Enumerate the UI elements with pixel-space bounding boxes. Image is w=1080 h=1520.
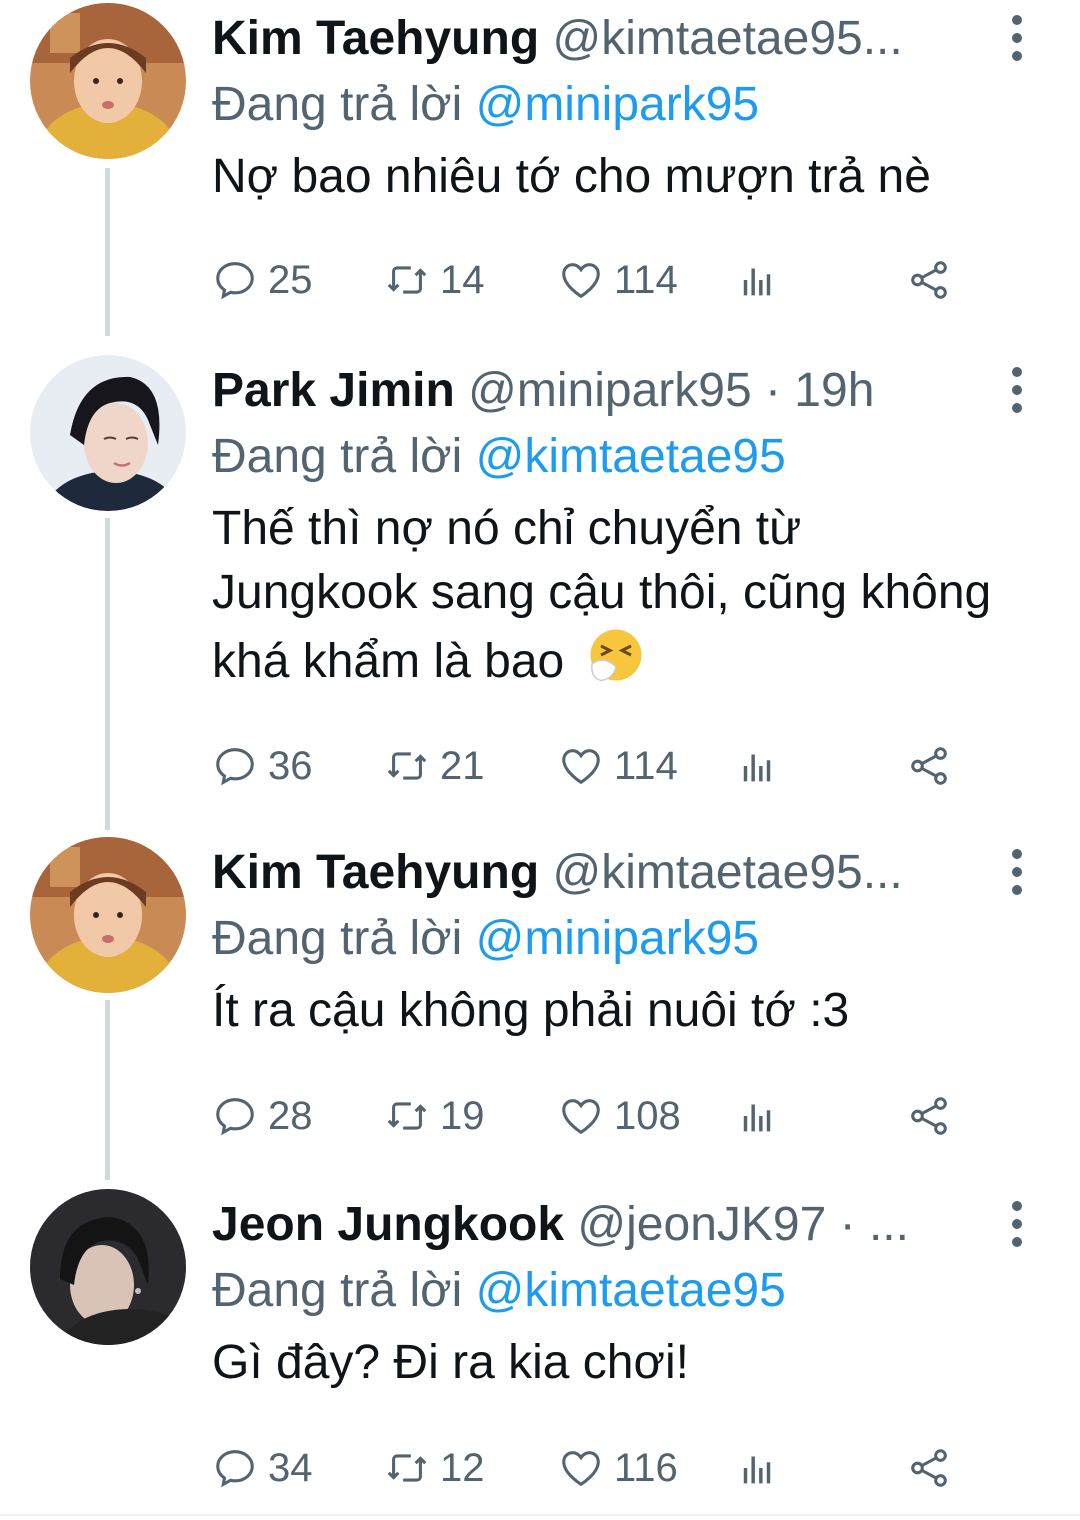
analytics-button[interactable] [734,1438,790,1498]
tweet[interactable]: Jeon Jungkook @jeonJK97 · ... Đang trả l… [0,1186,1080,1516]
more-options-icon[interactable] [995,1192,1039,1256]
analytics-icon [743,754,771,782]
reply-count: 25 [268,257,313,302]
like-count: 116 [614,1445,678,1490]
user-handle[interactable]: @kimtaetae95... [552,846,902,899]
share-button[interactable] [906,1438,962,1498]
retweet-button[interactable]: 19 [384,1086,485,1146]
tweet-actions: 28 19 108 [212,1086,972,1146]
like-button[interactable]: 114 [558,736,678,796]
reply-icon [216,1450,254,1488]
tweet-text: Ít ra cậu không phải nuôi tớ :3 [212,984,850,1037]
mention-link[interactable]: @minipark95 [476,78,760,131]
share-icon [911,261,947,299]
reply-count: 28 [268,1093,313,1138]
display-name[interactable]: Park Jimin [212,364,455,417]
retweet-button[interactable]: 14 [384,250,485,310]
share-button[interactable] [906,250,962,310]
tweet[interactable]: Kim Taehyung @kimtaetae95... Đang trả lờ… [0,0,1080,330]
tweet-text: Thế thì nợ nó chỉ chuyển từ Jungkook san… [212,497,1012,694]
share-button[interactable] [906,1086,962,1146]
mention-link[interactable]: @kimtaetae95 [476,1264,786,1317]
tweet-header: Kim Taehyung @kimtaetae95... [212,4,1002,74]
retweet-icon [387,1454,427,1482]
tweet-actions: 25 14 114 [212,250,972,310]
like-count: 114 [614,257,678,302]
like-count: 108 [614,1093,681,1138]
analytics-button[interactable] [734,250,790,310]
reply-icon [216,1098,254,1136]
user-handle[interactable]: @jeonJK97 · ... [577,1198,909,1251]
retweet-count: 14 [440,257,485,302]
avatar-jimin[interactable] [30,355,186,511]
replying-to: Đang trả lời @minipark95 [212,904,759,974]
replying-to: Đang trả lời @minipark95 [212,70,759,140]
reply-icon [216,748,254,786]
analytics-button[interactable] [734,736,790,796]
avatar-taehyung[interactable] [30,837,186,993]
retweet-button[interactable]: 21 [384,736,485,796]
share-icon [911,747,947,785]
tweet-header: Park Jimin @minipark95 · 19h [212,356,1002,426]
like-button[interactable]: 114 [558,250,678,310]
replying-to-label: Đang trả lời [212,78,463,131]
tweet-header: Jeon Jungkook @jeonJK97 · ... [212,1190,1002,1260]
more-options-icon[interactable] [995,840,1039,904]
tweet-header: Kim Taehyung @kimtaetae95... [212,838,1002,908]
reply-button[interactable]: 25 [212,250,313,310]
analytics-icon [743,1104,771,1132]
retweet-button[interactable]: 12 [384,1438,485,1498]
tweet[interactable]: Kim Taehyung @kimtaetae95... Đang trả lờ… [0,834,1080,1164]
share-button[interactable] [906,736,962,796]
avatar-taehyung[interactable] [30,3,186,159]
sneezing-face-emoji [590,629,642,682]
replying-to: Đang trả lời @kimtaetae95 [212,1256,786,1326]
reply-button[interactable]: 28 [212,1086,313,1146]
mention-link[interactable]: @minipark95 [476,912,760,965]
more-options-icon[interactable] [995,6,1039,70]
analytics-icon [743,268,771,296]
avatar-jungkook[interactable] [30,1189,186,1345]
like-button[interactable]: 108 [558,1086,681,1146]
reply-icon [216,262,254,300]
replying-to-label: Đang trả lời [212,1264,463,1317]
retweet-icon [387,1102,427,1130]
user-handle[interactable]: @minipark95 · 19h [468,364,874,417]
analytics-button[interactable] [734,1086,790,1146]
like-button[interactable]: 116 [558,1438,678,1498]
retweet-icon [387,752,427,780]
like-count: 114 [614,743,678,788]
share-icon [911,1449,947,1487]
tweet[interactable]: Park Jimin @minipark95 · 19h Đang trả lờ… [0,352,1080,812]
display-name[interactable]: Kim Taehyung [212,12,539,65]
display-name[interactable]: Kim Taehyung [212,846,539,899]
replying-to-label: Đang trả lời [212,430,463,483]
heart-icon [562,1451,600,1487]
replying-to: Đang trả lời @kimtaetae95 [212,422,786,492]
heart-icon [562,263,600,299]
reply-button[interactable]: 36 [212,736,313,796]
retweet-count: 12 [440,1445,485,1490]
reply-button[interactable]: 34 [212,1438,313,1498]
tweet-text: Gì đây? Đi ra kia chơi! [212,1336,689,1389]
display-name[interactable]: Jeon Jungkook [212,1198,564,1251]
retweet-count: 21 [440,743,485,788]
reply-thread: Kim Taehyung @kimtaetae95... Đang trả lờ… [0,0,1080,1520]
reply-count: 36 [268,743,313,788]
tweet-text: Nợ bao nhiêu tớ cho mượn trả nè [212,150,931,203]
heart-icon [562,1099,600,1135]
replying-to-label: Đang trả lời [212,912,463,965]
reply-count: 34 [268,1445,313,1490]
mention-link[interactable]: @kimtaetae95 [476,430,786,483]
retweet-count: 19 [440,1093,485,1138]
more-options-icon[interactable] [995,358,1039,422]
share-icon [911,1097,947,1135]
tweet-actions: 34 12 116 [212,1438,972,1498]
tweet-actions: 36 21 114 [212,736,972,796]
analytics-icon [743,1456,771,1484]
divider [0,1514,1080,1516]
user-handle[interactable]: @kimtaetae95... [552,12,902,65]
retweet-icon [387,266,427,294]
heart-icon [562,749,600,785]
